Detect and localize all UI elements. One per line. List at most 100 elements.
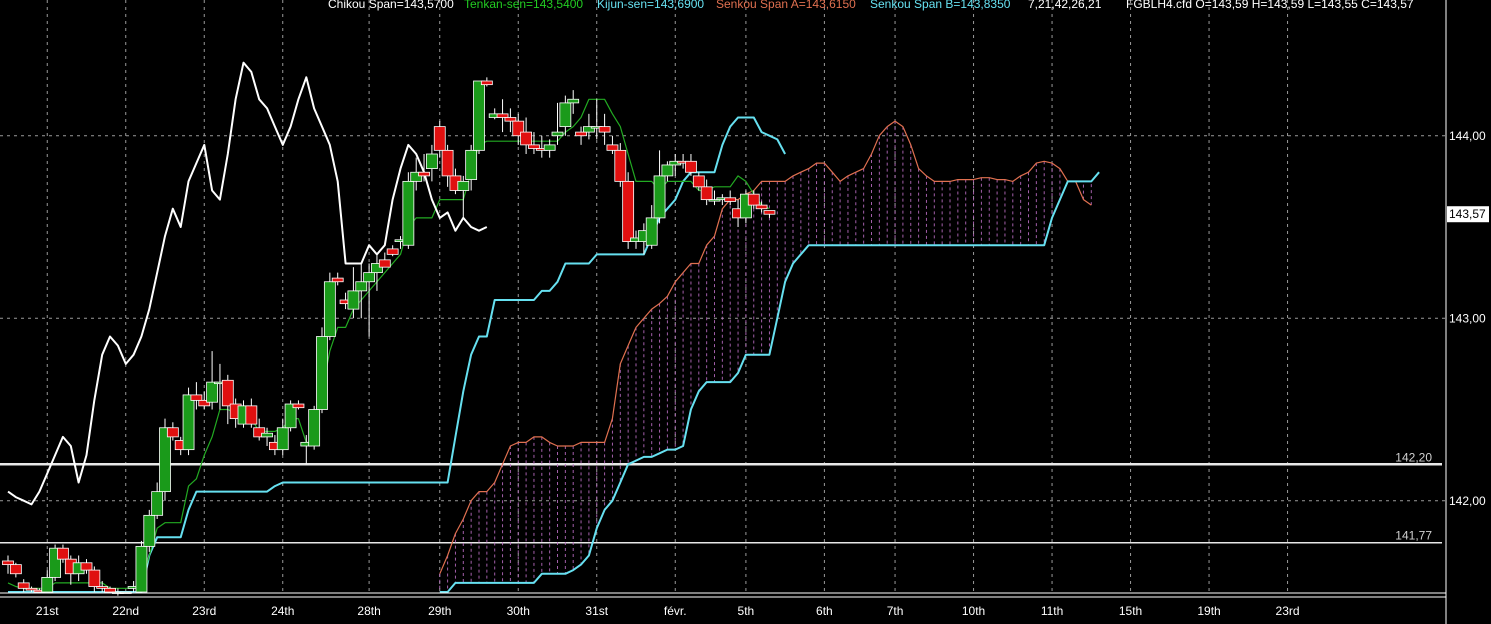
x-tick-label: 21st (36, 604, 59, 618)
ohlc-legend: FGBLH4.cfd O=143,59 H=143,59 L=143,55 C=… (1126, 0, 1414, 11)
x-tick-label: 6th (816, 604, 833, 618)
bear-candle-body (480, 80, 493, 86)
tenkan-legend: Tenkan-sen=143,5400 (464, 0, 583, 11)
x-tick-label: 23rd (1276, 604, 1300, 618)
bull-candle-body (347, 290, 360, 310)
bull-candle-body (653, 175, 666, 219)
bull-candle-body (425, 153, 438, 170)
bear-candle-body (598, 126, 611, 133)
bull-candle-body (551, 131, 564, 137)
bull-candle-body (41, 577, 54, 593)
x-tick-label: 10th (962, 604, 985, 618)
bear-candle-body (520, 131, 532, 146)
x-tick-label: 31st (585, 604, 608, 618)
bear-candle-body (622, 180, 635, 242)
bear-candle-body (606, 144, 619, 151)
bear-candle-body (575, 131, 587, 137)
bull-candle-body (473, 80, 485, 151)
bear-candle-body (190, 394, 203, 401)
bear-candle-body (57, 547, 69, 560)
x-tick-label: 30th (507, 604, 530, 618)
bear-candle-body (418, 171, 430, 177)
bull-candle-body (143, 514, 156, 547)
bear-candle-body (378, 259, 391, 268)
bear-candle-body (763, 210, 776, 215)
bull-candle-body (323, 281, 336, 337)
x-tick-label: 15th (1119, 604, 1142, 618)
bear-candle-body (496, 113, 509, 118)
x-tick-label: 7th (887, 604, 904, 618)
x-tick-label: 24th (271, 604, 294, 618)
bull-candle-body (308, 409, 321, 447)
x-tick-label: 28th (357, 604, 380, 618)
bear-candle-body (614, 149, 627, 182)
level-label: 141,77 (1395, 529, 1432, 543)
x-tick-label: 19th (1197, 604, 1220, 618)
bear-candle-body (700, 186, 713, 201)
bull-candle-body (457, 180, 470, 191)
bear-candle-body (386, 248, 399, 255)
bear-candle-body (504, 117, 517, 122)
bear-candle-body (692, 175, 705, 188)
bull-candle-body (363, 272, 376, 283)
bear-candle-body (80, 562, 93, 571)
ichimoku-chart[interactable]: 142,20 141,77 21st 22nd 23rd 24th 28th 29th 30t… (0, 0, 1491, 624)
bear-candle-body (755, 204, 768, 210)
senkou-b-legend: Senkou Span B=143,8350 (870, 0, 1011, 11)
bull-candle-body (645, 217, 658, 246)
bull-candle-body (543, 144, 556, 151)
bear-candle-body (292, 403, 305, 409)
kijun-legend: Kijun-sen=143,6900 (597, 0, 704, 11)
bull-candle-body (151, 491, 164, 516)
bear-candle-body (724, 197, 737, 202)
bear-candle-body (747, 193, 760, 206)
bear-candle-body (221, 379, 234, 407)
x-tick-label: févr. (664, 604, 687, 618)
x-tick-label: 5th (738, 604, 755, 618)
x-tick-label: 11th (1041, 604, 1063, 618)
bull-candle-body (559, 102, 572, 128)
bull-candle-body (135, 545, 148, 593)
bull-candle-body (402, 180, 415, 246)
candle (402, 172, 415, 249)
bull-candle-body (567, 98, 580, 104)
bear-candle-body (433, 126, 446, 151)
y-tick-label: 143,00 (1449, 311, 1486, 325)
candle (135, 540, 148, 593)
x-tick-label: 23rd (192, 604, 216, 618)
bull-candle-body (355, 281, 368, 292)
x-tick-label: 29th (428, 604, 451, 618)
y-tick-label: 144,00 (1449, 129, 1486, 143)
level-label: 142,20 (1395, 450, 1432, 464)
bull-candle-body (206, 381, 219, 403)
candle (622, 172, 635, 249)
bull-candle-body (661, 164, 674, 177)
y-tick-label: 142,00 (1449, 494, 1486, 508)
chikou-legend: Chikou Span=143,5700 (328, 0, 454, 11)
candle (316, 327, 328, 414)
bear-candle-body (9, 564, 22, 575)
bear-candle-body (17, 582, 30, 589)
bull-candle-body (276, 427, 289, 451)
bear-candle-body (166, 427, 179, 438)
params-legend: 7,21,42,26,21 (1028, 0, 1102, 11)
bear-candle-body (245, 405, 258, 425)
bull-candle-body (261, 432, 273, 438)
bull-candle-body (159, 427, 171, 493)
candle (473, 80, 485, 154)
last-price-label: 143,57 (1449, 207, 1486, 221)
bear-candle-body (2, 560, 14, 566)
bear-candle-body (88, 569, 101, 587)
bull-candle-body (316, 336, 328, 410)
bull-candle-body (182, 394, 195, 451)
senkou-a-legend: Senkou Span A=143,6150 (716, 0, 856, 11)
bear-candle-body (441, 149, 454, 177)
candle (323, 272, 336, 341)
bear-candle-body (331, 277, 344, 283)
bear-candle-body (528, 144, 540, 149)
bear-candle-body (685, 160, 697, 173)
x-tick-label: 22nd (112, 604, 139, 618)
candle (308, 405, 321, 450)
bull-candle-body (465, 149, 478, 180)
bear-candle-body (104, 587, 116, 593)
